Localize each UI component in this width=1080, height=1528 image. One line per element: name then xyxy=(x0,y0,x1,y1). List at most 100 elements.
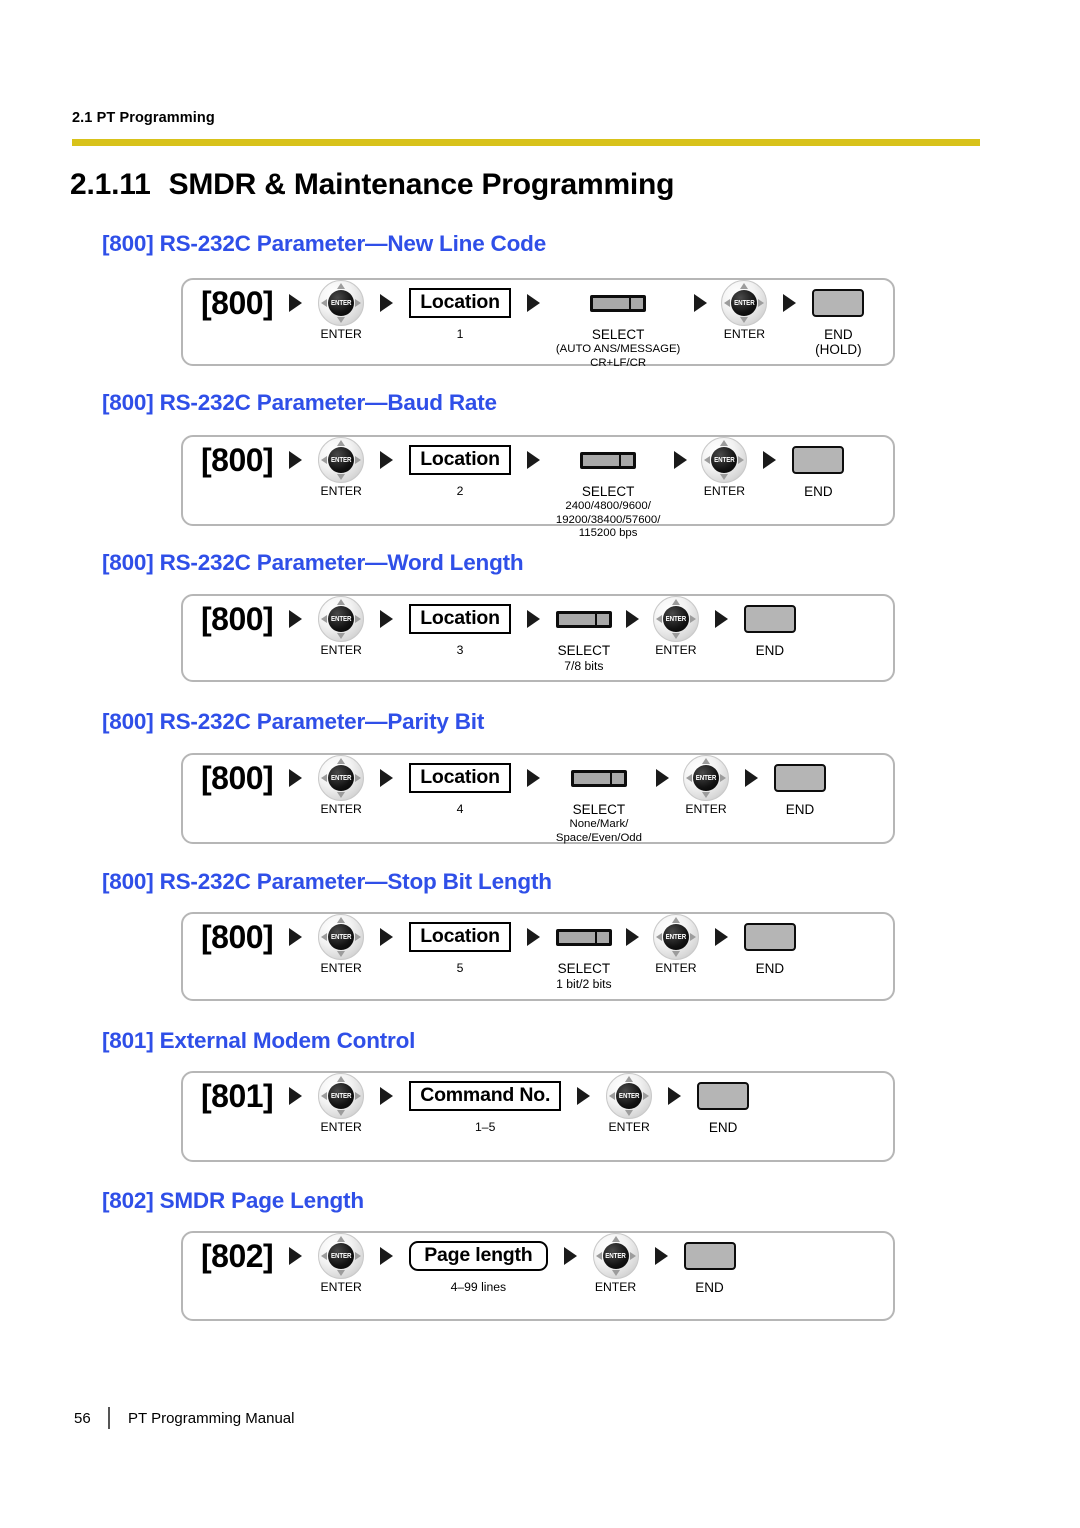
flow-step-select[interactable]: SELECT None/Mark/Space/Even/Odd xyxy=(556,755,642,845)
entry-field-location[interactable]: Location xyxy=(409,444,511,476)
flow-step-nav[interactable]: ENTER ENTER xyxy=(652,914,699,975)
flow-step-entry[interactable]: Location 3 xyxy=(409,596,511,657)
step-caption-line: END xyxy=(785,802,815,817)
flow-step-nav[interactable]: ENTER ENTER xyxy=(592,1233,639,1294)
navigator-key-icon[interactable]: ENTER xyxy=(592,1233,639,1279)
step-caption-line: ENTER xyxy=(320,1280,362,1294)
flow-step-end[interactable]: END xyxy=(683,1233,736,1295)
flow-step-end[interactable]: END xyxy=(743,596,796,658)
page-title: 2.1.11 SMDR & Maintenance Programming xyxy=(70,168,675,202)
flow-step-nav[interactable]: ENTER ENTER xyxy=(721,280,768,341)
navigator-arrow-left-icon xyxy=(685,774,692,782)
flow-step-nav[interactable]: ENTER ENTER xyxy=(318,280,365,341)
flow-step-select[interactable]: SELECT (AUTO ANS/MESSAGE) CR+LF/CR xyxy=(556,280,680,370)
flow-step-select[interactable]: SELECT 2400/4800/9600/19200/38400/57600/1… xyxy=(556,437,660,540)
select-key-icon[interactable] xyxy=(555,928,612,946)
flow-step-nav[interactable]: ENTER ENTER xyxy=(652,596,699,657)
flow-step-nav[interactable]: ENTER ENTER xyxy=(318,914,365,975)
step-caption: END xyxy=(804,484,833,499)
step-caption: None/Mark/Space/Even/Odd xyxy=(556,818,642,845)
navigator-key-icon[interactable]: ENTER xyxy=(682,755,729,801)
footer-manual-title: PT Programming Manual xyxy=(128,1409,295,1427)
end-key-icon[interactable] xyxy=(743,605,796,633)
flow-step-entry[interactable]: Location 1 xyxy=(409,280,511,341)
flow-step-nav[interactable]: ENTER ENTER xyxy=(318,1233,365,1294)
flow-step-nav[interactable]: ENTER ENTER xyxy=(318,755,365,816)
flow-step-art: ENTER xyxy=(318,755,365,801)
flow-step-entry[interactable]: Location 5 xyxy=(409,914,511,975)
entry-field-location[interactable]: Location xyxy=(409,921,511,953)
navigator-key-icon[interactable]: ENTER xyxy=(652,596,699,642)
navigator-arrow-left-icon xyxy=(655,933,662,941)
step-caption-line: 7/8 bits xyxy=(564,659,604,674)
entry-field-location[interactable]: Location xyxy=(409,762,511,794)
end-key-icon[interactable] xyxy=(792,446,845,474)
step-caption-line: ENTER xyxy=(320,327,362,341)
flow-step-nav[interactable]: ENTER ENTER xyxy=(682,755,729,816)
select-key-icon[interactable] xyxy=(555,610,612,628)
navigator-key-icon[interactable]: ENTER xyxy=(318,596,365,642)
flow-step-nav[interactable]: ENTER ENTER xyxy=(606,1073,653,1134)
flow-step-art: ENTER xyxy=(318,914,365,960)
enter-hub[interactable]: ENTER xyxy=(692,765,719,791)
flow-step-entry[interactable]: Command No. 1–5 xyxy=(409,1073,562,1134)
enter-hub[interactable]: ENTER xyxy=(616,1083,643,1109)
enter-hub[interactable]: ENTER xyxy=(662,606,689,632)
entry-field-page-length[interactable]: Page length xyxy=(409,1240,548,1272)
entry-field-location[interactable]: Location xyxy=(409,287,511,319)
flow-step-art: ENTER xyxy=(318,280,365,326)
entry-field-command-no[interactable]: Command No. xyxy=(409,1080,562,1112)
navigator-key-icon[interactable]: ENTER xyxy=(606,1073,653,1119)
navigator-key-icon[interactable]: ENTER xyxy=(701,437,748,483)
step-caption: END xyxy=(695,1280,724,1295)
navigator-arrow-down-icon xyxy=(337,1110,346,1116)
flow-step-nav[interactable]: ENTER ENTER xyxy=(701,437,748,498)
flow-step-end[interactable]: END (HOLD) xyxy=(812,280,865,357)
flow-step-end[interactable]: END xyxy=(773,755,826,817)
block-heading: [800] RS-232C Parameter—Parity Bit xyxy=(102,709,485,734)
flow-step-entry[interactable]: Location 2 xyxy=(409,437,511,498)
arrow-art xyxy=(744,755,758,801)
flow-step-end[interactable]: END xyxy=(743,914,796,976)
navigator-key-icon[interactable]: ENTER xyxy=(318,1233,365,1279)
flow-step-nav[interactable]: ENTER ENTER xyxy=(318,1073,365,1134)
end-key-icon[interactable] xyxy=(773,764,826,792)
select-key-icon[interactable] xyxy=(570,769,627,787)
navigator-arrow-down-icon xyxy=(671,951,680,957)
flow-arrow-step xyxy=(526,280,540,326)
navigator-key-icon[interactable]: ENTER xyxy=(318,1073,365,1119)
flow-step-end[interactable]: END xyxy=(697,1073,750,1135)
navigator-arrow-down-icon xyxy=(671,633,680,639)
select-key-icon[interactable] xyxy=(580,451,637,469)
flow-arrow-step xyxy=(380,914,394,960)
flow-step-end[interactable]: END xyxy=(792,437,845,499)
flow-step-art: [800] xyxy=(201,596,274,642)
navigator-key-icon[interactable]: ENTER xyxy=(721,280,768,326)
navigator-key-icon[interactable]: ENTER xyxy=(318,437,365,483)
section-title-text: SMDR & Maintenance Programming xyxy=(168,168,675,201)
flow-step-art: Page length xyxy=(409,1233,548,1279)
flow-step-entry[interactable]: Page length 4–99 lines xyxy=(409,1233,548,1294)
end-key-icon[interactable] xyxy=(812,289,865,317)
navigator-key-icon[interactable]: ENTER xyxy=(318,755,365,801)
step-caption-line: ENTER xyxy=(685,802,727,816)
enter-hub[interactable]: ENTER xyxy=(662,924,689,950)
navigator-key-icon[interactable]: ENTER xyxy=(318,280,365,326)
navigator-key-icon[interactable]: ENTER xyxy=(652,914,699,960)
navigator-key-icon[interactable]: ENTER xyxy=(318,914,365,960)
flow-step-art xyxy=(773,755,826,801)
block-heading: [800] RS-232C Parameter—Baud Rate xyxy=(102,390,497,415)
flow-step-nav[interactable]: ENTER ENTER xyxy=(318,437,365,498)
flow-step-entry[interactable]: Location 4 xyxy=(409,755,511,816)
flow-step-art: ENTER xyxy=(606,1073,653,1119)
end-key-icon[interactable] xyxy=(683,1242,736,1270)
flow-step-select[interactable]: SELECT 7/8 bits xyxy=(555,596,612,674)
flow-step-nav[interactable]: ENTER ENTER xyxy=(318,596,365,657)
select-key-icon[interactable] xyxy=(590,294,647,312)
enter-hub[interactable]: ENTER xyxy=(602,1243,629,1269)
flow-step-art xyxy=(555,596,612,642)
end-key-icon[interactable] xyxy=(697,1082,750,1110)
flow-step-select[interactable]: SELECT 1 bit/2 bits xyxy=(555,914,612,991)
end-key-icon[interactable] xyxy=(743,923,796,951)
entry-field-location[interactable]: Location xyxy=(409,603,511,635)
